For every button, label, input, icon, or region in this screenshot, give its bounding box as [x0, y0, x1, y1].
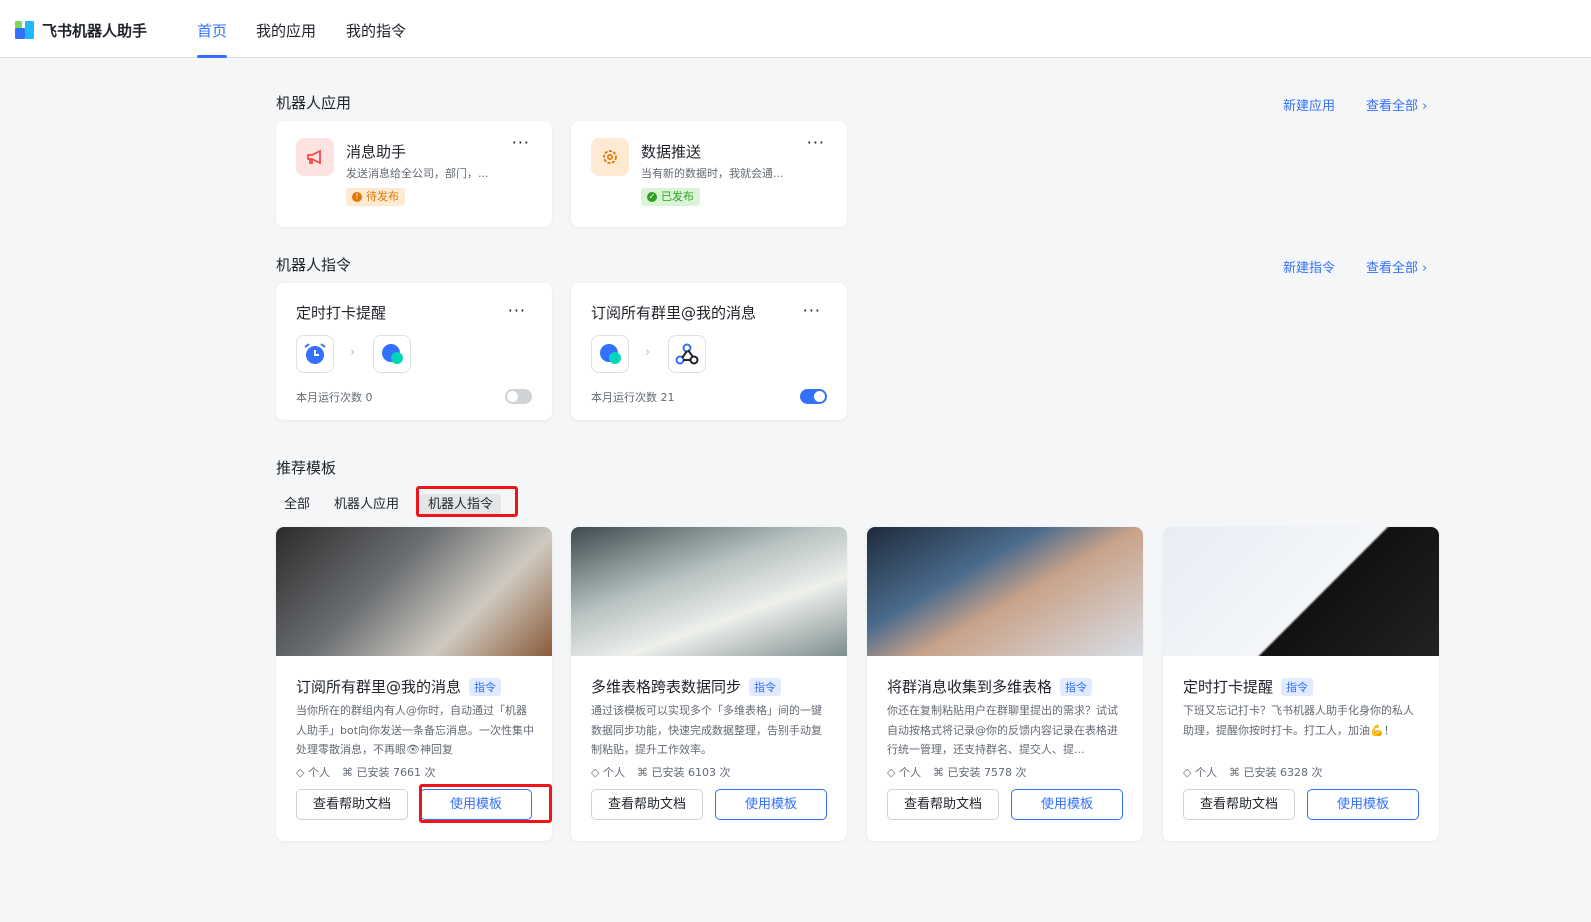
use-template-button[interactable]: 使用模板 [1011, 789, 1123, 820]
install-icon: ⌘ [1228, 766, 1240, 779]
template-card[interactable]: 订阅所有群里@我的消息 指令 当你所在的群组内有人@你时，自动通过「机器人助手」b… [276, 527, 552, 841]
template-card[interactable]: 多维表格跨表数据同步 指令 通过该模板可以实现多个「多维表格」间的一键数据同步功能… [571, 527, 847, 841]
command-name: 订阅所有群里@我的消息 [591, 304, 757, 322]
section-title-apps: 机器人应用 [276, 94, 352, 112]
template-tag: 指令 [1060, 677, 1093, 696]
tag-icon: ◇ [1183, 766, 1192, 779]
template-tag: 指令 [1281, 677, 1314, 696]
filter-tab-all[interactable]: 全部 [276, 494, 318, 516]
use-template-button[interactable]: 使用模板 [715, 789, 827, 820]
template-scope: ◇ 个人 [887, 766, 921, 779]
status-badge: ✓ 已发布 [641, 188, 700, 206]
template-title: 多维表格跨表数据同步 [591, 678, 742, 696]
chat-bubble-icon [373, 335, 411, 373]
template-cover-image [867, 527, 1143, 656]
template-installs: ⌘ 已安装 6328 次 [1228, 766, 1323, 779]
template-desc: 当你所在的群组内有人@你时，自动通过「机器人助手」bot向你发送一条备忘消息。一… [296, 704, 535, 756]
template-card[interactable]: 将群消息收集到多维表格 指令 你还在复制粘贴用户在群聊里提出的需求？试试自动按格式… [867, 527, 1143, 841]
use-template-button[interactable]: 使用模板 [420, 789, 532, 820]
more-options-button[interactable]: ··· [508, 301, 526, 320]
template-cover-image [571, 527, 847, 656]
app-card[interactable]: 消息助手 发送消息给全公司，部门，... ··· ! 待发布 [276, 121, 552, 227]
app-logo-icon [15, 21, 35, 39]
megaphone-icon [296, 138, 334, 176]
enable-toggle[interactable] [505, 389, 532, 404]
run-count: 本月运行次数 0 [296, 391, 373, 404]
template-scope: ◇ 个人 [591, 766, 625, 779]
nav-home[interactable]: 首页 [197, 20, 228, 58]
view-help-doc-button[interactable]: 查看帮助文档 [1183, 789, 1295, 820]
command-card[interactable]: 定时打卡提醒 ··· › 本月运行次数 0 [276, 283, 552, 420]
template-title: 定时打卡提醒 [1183, 678, 1274, 696]
tag-icon: ◇ [887, 766, 896, 779]
chevron-right-icon: › [350, 345, 356, 360]
template-installs: ⌘ 已安装 7661 次 [341, 766, 436, 779]
top-bar: 飞书机器人助手 首页 我的应用 我的指令 [0, 0, 1591, 58]
template-cover-image [276, 527, 552, 656]
new-command-link[interactable]: 新建指令 [1283, 257, 1335, 276]
command-card[interactable]: 订阅所有群里@我的消息 ··· › 本月运行次数 21 [571, 283, 847, 420]
template-installs: ⌘ 已安装 6103 次 [636, 766, 731, 779]
template-title: 订阅所有群里@我的消息 [296, 678, 462, 696]
view-help-doc-button[interactable]: 查看帮助文档 [296, 789, 408, 820]
app-name: 消息助手 [346, 143, 407, 161]
brand-name: 飞书机器人助手 [42, 22, 148, 40]
more-options-button[interactable]: ··· [807, 133, 825, 152]
template-cover-image [1163, 527, 1439, 656]
more-options-button[interactable]: ··· [803, 301, 821, 320]
app-desc: 当有新的数据时，我就会通... [641, 167, 784, 180]
tag-icon: ◇ [591, 766, 600, 779]
app-card[interactable]: 数据推送 当有新的数据时，我就会通... ··· ✓ 已发布 [571, 121, 847, 227]
nav-my-apps[interactable]: 我的应用 [256, 20, 316, 41]
app-name: 数据推送 [641, 143, 702, 161]
webhook-icon [668, 335, 706, 373]
install-icon: ⌘ [636, 766, 648, 779]
template-installs: ⌘ 已安装 7578 次 [932, 766, 1027, 779]
template-title: 将群消息收集到多维表格 [887, 678, 1053, 696]
template-desc: 下班又忘记打卡？飞书机器人助手化身你的私人助理，提醒你按时打卡。打工人，加油💪！ [1183, 704, 1414, 737]
view-help-doc-button[interactable]: 查看帮助文档 [591, 789, 703, 820]
more-options-button[interactable]: ··· [512, 133, 530, 152]
template-card[interactable]: 定时打卡提醒 指令 下班又忘记打卡？飞书机器人助手化身你的私人助理，提醒你按时打卡… [1163, 527, 1439, 841]
view-all-commands-link[interactable]: 查看全部 › [1366, 257, 1427, 276]
filter-tab-apps[interactable]: 机器人应用 [326, 494, 407, 516]
tag-icon: ◇ [296, 766, 305, 779]
section-title-templates: 推荐模板 [276, 459, 337, 477]
template-desc: 通过该模板可以实现多个「多维表格」间的一键数据同步功能，快速完成数据整理，告别手… [591, 704, 822, 756]
install-icon: ⌘ [341, 766, 353, 779]
install-icon: ⌘ [932, 766, 944, 779]
use-template-button[interactable]: 使用模板 [1307, 789, 1419, 820]
section-title-commands: 机器人指令 [276, 256, 352, 274]
chat-bubble-icon [591, 335, 629, 373]
view-all-apps-link[interactable]: 查看全部 › [1366, 95, 1427, 114]
nav-my-commands[interactable]: 我的指令 [346, 20, 406, 41]
view-help-doc-button[interactable]: 查看帮助文档 [887, 789, 999, 820]
new-app-link[interactable]: 新建应用 [1283, 95, 1335, 114]
template-tag: 指令 [749, 677, 782, 696]
filter-tab-commands[interactable]: 机器人指令 [420, 494, 502, 516]
template-tag: 指令 [469, 677, 502, 696]
template-scope: ◇ 个人 [296, 766, 330, 779]
alarm-clock-icon [296, 335, 334, 373]
gear-icon [591, 138, 629, 176]
status-badge: ! 待发布 [346, 188, 405, 206]
app-desc: 发送消息给全公司，部门，... [346, 167, 489, 180]
chevron-right-icon: › [645, 345, 651, 360]
template-desc: 你还在复制粘贴用户在群聊里提出的需求？试试自动按格式将记录@你的反馈内容记录在表… [887, 704, 1118, 756]
command-name: 定时打卡提醒 [296, 304, 387, 322]
template-scope: ◇ 个人 [1183, 766, 1217, 779]
run-count: 本月运行次数 21 [591, 391, 675, 404]
enable-toggle[interactable] [800, 389, 827, 404]
